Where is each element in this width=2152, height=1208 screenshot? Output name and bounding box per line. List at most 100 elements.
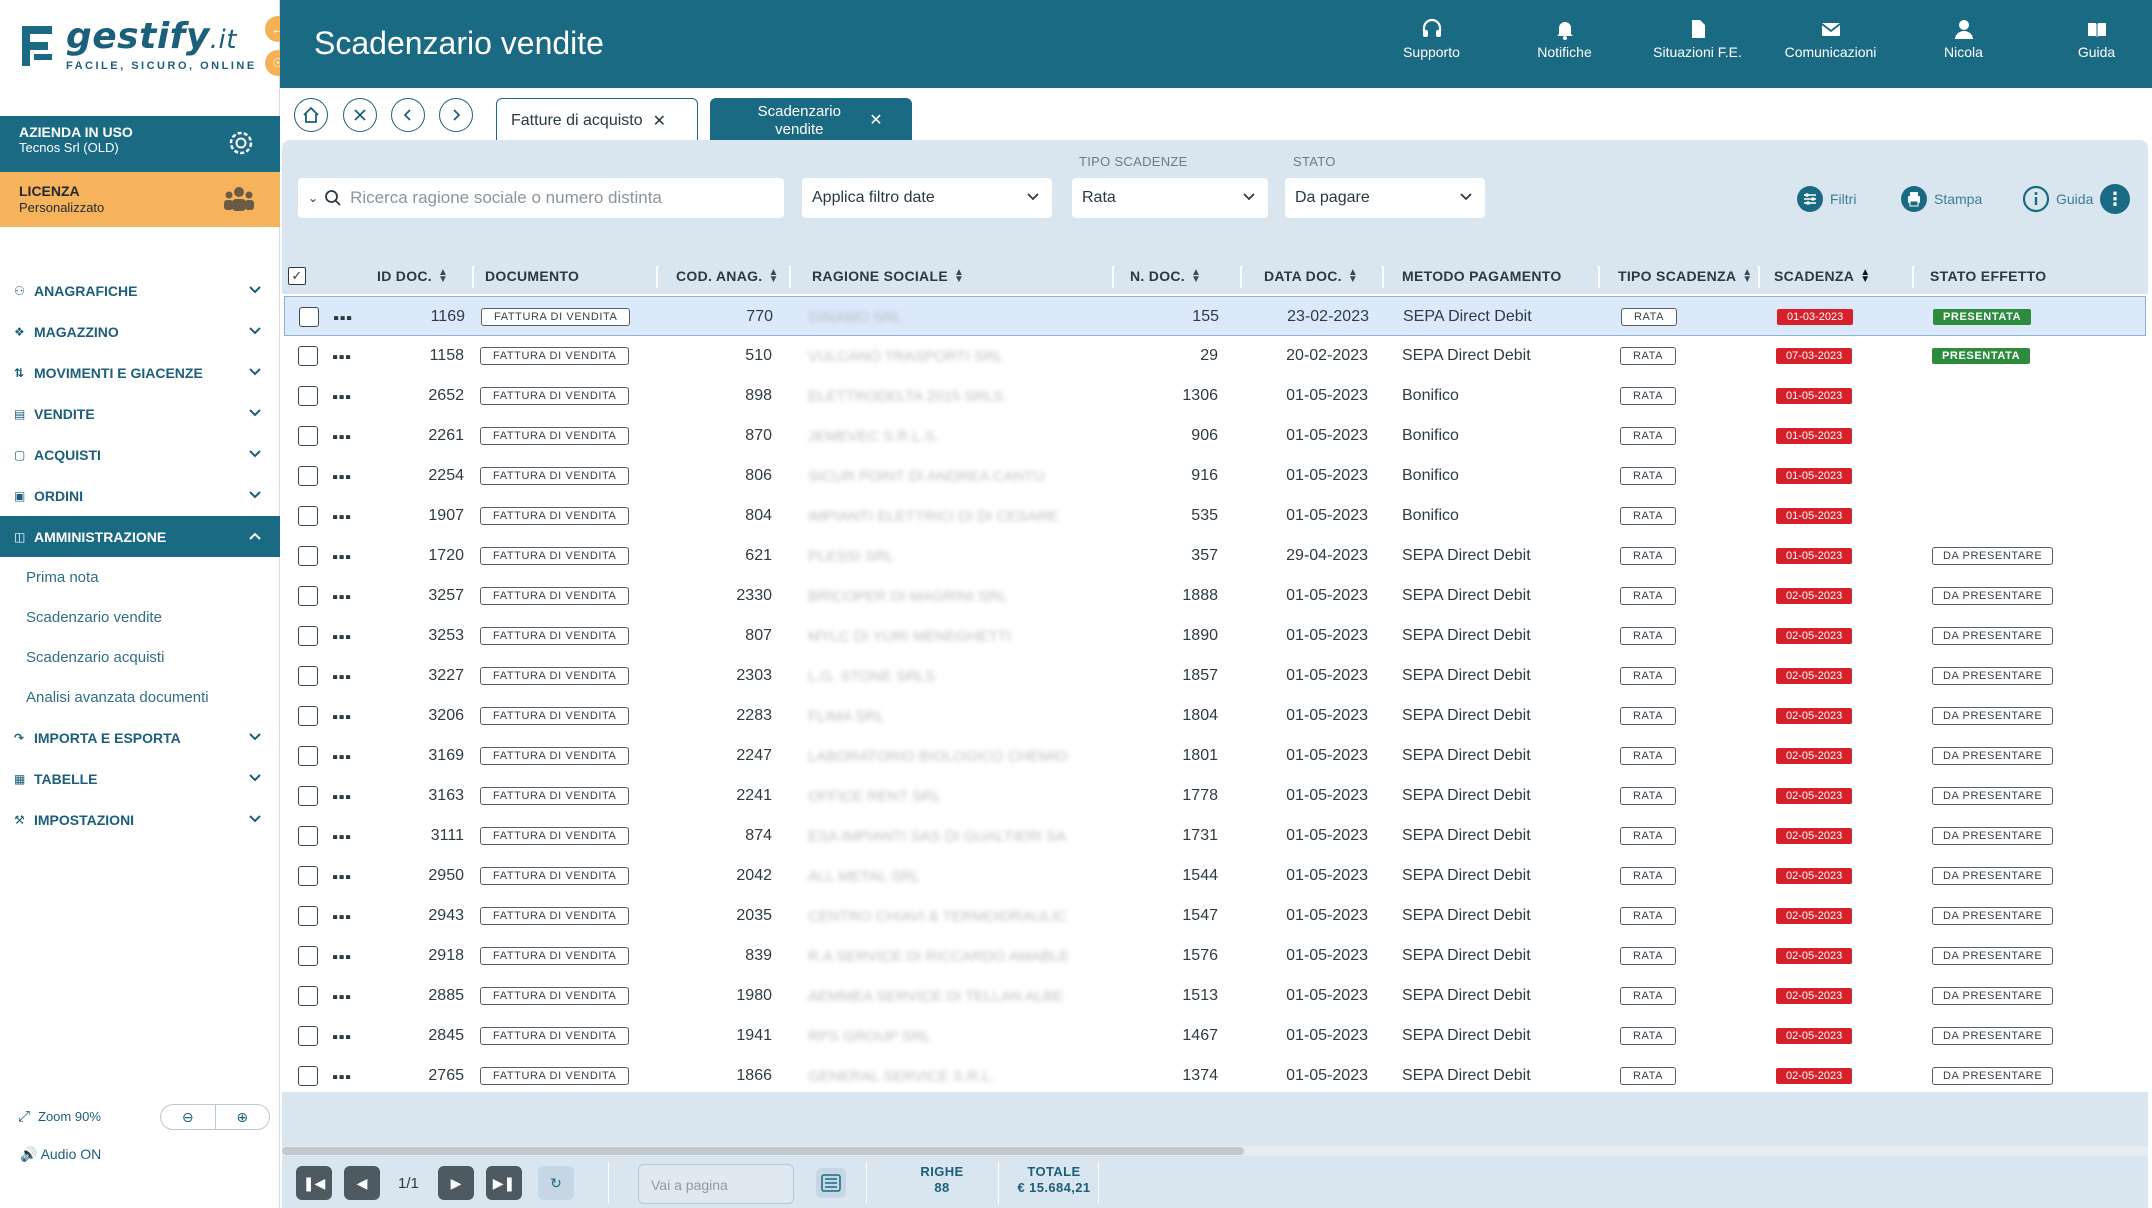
col-documento[interactable]: DOCUMENTO xyxy=(485,258,579,294)
home-icon[interactable] xyxy=(294,98,328,132)
more-vertical-icon[interactable]: ⋮ xyxy=(329,626,354,647)
more-vertical-icon[interactable]: ⋮ xyxy=(329,466,354,487)
more-vertical-icon[interactable]: ⋮ xyxy=(329,346,354,367)
menu-anagrafiche[interactable]: ⚇ ANAGRAFICHE xyxy=(0,270,280,311)
more-options-icon[interactable]: ⋮ xyxy=(2100,184,2130,214)
scrollbar-thumb[interactable] xyxy=(282,1147,1244,1155)
row-checkbox[interactable] xyxy=(298,626,318,646)
row-checkbox[interactable] xyxy=(298,826,318,846)
list-view-icon[interactable] xyxy=(816,1168,846,1198)
col-stato-effetto[interactable]: STATO EFFETTO xyxy=(1930,258,2046,294)
table-row[interactable]: ⋮ 3206 FATTURA DI VENDITA 2283 FLIMA SRL 1804… xyxy=(284,696,2146,736)
row-checkbox[interactable] xyxy=(298,546,318,566)
col-n-doc[interactable]: N. DOC. ▲ ▼ xyxy=(1130,258,1201,294)
submenu-analisi-avanzata[interactable]: Analisi avanzata documenti xyxy=(0,677,280,717)
menu-importa-esporta[interactable]: ↷ IMPORTA E ESPORTA xyxy=(0,717,280,758)
more-vertical-icon[interactable]: ⋮ xyxy=(330,307,355,328)
forward-icon[interactable] xyxy=(439,98,473,132)
col-cod-anag[interactable]: COD. ANAG. ▲ ▼ xyxy=(676,258,779,294)
nav-comunicazioni[interactable]: Comunicazioni xyxy=(1764,18,1897,60)
stampa-button[interactable]: Stampa xyxy=(1900,185,1982,213)
close-tab-icon[interactable]: ✕ xyxy=(869,112,882,130)
more-vertical-icon[interactable]: ⋮ xyxy=(329,826,354,847)
more-vertical-icon[interactable]: ⋮ xyxy=(329,946,354,967)
more-vertical-icon[interactable]: ⋮ xyxy=(329,986,354,1007)
table-row[interactable]: ⋮ 3111 FATTURA DI VENDITA 874 ESA IMPIANTI S… xyxy=(284,816,2146,856)
table-row[interactable]: ⋮ 2254 FATTURA DI VENDITA 806 SICUR POINT DI… xyxy=(284,456,2146,496)
fullscreen-icon[interactable]: ⤢ xyxy=(18,1108,30,1125)
col-data-doc[interactable]: DATA DOC. ▲ ▼ xyxy=(1264,258,1358,294)
table-row[interactable]: ⋮ 1907 FATTURA DI VENDITA 804 IMPIANTI ELETT… xyxy=(284,496,2146,536)
col-metodo-pagamento[interactable]: METODO PAGAMENTO xyxy=(1402,258,1562,294)
row-checkbox[interactable] xyxy=(298,1066,318,1086)
table-row[interactable]: ⋮ 3169 FATTURA DI VENDITA 2247 LABORATORIO B… xyxy=(284,736,2146,776)
horizontal-scrollbar[interactable] xyxy=(282,1146,2148,1156)
guida-button[interactable]: Guida xyxy=(2022,185,2093,213)
menu-amministrazione[interactable]: ◫ AMMINISTRAZIONE xyxy=(0,516,280,557)
row-checkbox[interactable] xyxy=(298,706,318,726)
menu-magazzino[interactable]: ❖ MAGAZZINO xyxy=(0,311,280,352)
row-checkbox[interactable] xyxy=(298,746,318,766)
table-row[interactable]: ⋮ 1720 FATTURA DI VENDITA 621 PLESSI SRL 357 2… xyxy=(284,536,2146,576)
row-checkbox[interactable] xyxy=(298,506,318,526)
more-vertical-icon[interactable]: ⋮ xyxy=(329,386,354,407)
more-vertical-icon[interactable]: ⋮ xyxy=(329,546,354,567)
row-checkbox[interactable] xyxy=(298,906,318,926)
tab-scadenzario-vendite[interactable]: Scadenzario vendite ✕ xyxy=(710,98,912,142)
more-vertical-icon[interactable]: ⋮ xyxy=(329,746,354,767)
tipo-scadenze-select[interactable]: Rata xyxy=(1072,178,1268,218)
menu-tabelle[interactable]: ▦ TABELLE xyxy=(0,758,280,799)
table-row[interactable]: ⋮ 2943 FATTURA DI VENDITA 2035 CENTRO CHIAVI… xyxy=(284,896,2146,936)
zoom-in-icon[interactable]: ⊕ xyxy=(216,1105,270,1129)
table-row[interactable]: ⋮ 2261 FATTURA DI VENDITA 870 JEMEVEC S.R.L.… xyxy=(284,416,2146,456)
refresh-icon[interactable]: ↻ xyxy=(538,1166,574,1200)
submenu-scadenzario-vendite[interactable]: Scadenzario vendite xyxy=(0,597,280,637)
row-checkbox[interactable] xyxy=(298,386,318,406)
more-vertical-icon[interactable]: ⋮ xyxy=(329,906,354,927)
table-row[interactable]: ⋮ 1169 FATTURA DI VENDITA 770 DINAMO SRL 155 2… xyxy=(284,296,2146,336)
close-tab-icon[interactable]: ✕ xyxy=(653,111,666,131)
table-row[interactable]: ⋮ 3257 FATTURA DI VENDITA 2330 BRICOPER DI M… xyxy=(284,576,2146,616)
next-page-icon[interactable]: ▶ xyxy=(438,1166,474,1200)
more-vertical-icon[interactable]: ⋮ xyxy=(329,866,354,887)
row-checkbox[interactable] xyxy=(298,466,318,486)
menu-acquisti[interactable]: ▢ ACQUISTI xyxy=(0,434,280,475)
menu-impostazioni[interactable]: ⚒ IMPOSTAZIONI xyxy=(0,799,280,840)
row-checkbox[interactable] xyxy=(298,866,318,886)
submenu-prima-nota[interactable]: Prima nota xyxy=(0,557,280,597)
row-checkbox[interactable] xyxy=(298,986,318,1006)
more-vertical-icon[interactable]: ⋮ xyxy=(329,1026,354,1047)
table-row[interactable]: ⋮ 2652 FATTURA DI VENDITA 898 ELETTRODELTA 2… xyxy=(284,376,2146,416)
gear-icon[interactable] xyxy=(226,128,256,158)
date-filter-select[interactable]: Applica filtro date xyxy=(802,178,1052,218)
nav-situazioni-fe[interactable]: Situazioni F.E. xyxy=(1631,18,1764,60)
row-checkbox[interactable] xyxy=(298,1026,318,1046)
table-row[interactable]: ⋮ 1158 FATTURA DI VENDITA 510 VULCANO TRASPO… xyxy=(284,336,2146,376)
row-checkbox[interactable] xyxy=(298,586,318,606)
close-all-icon[interactable] xyxy=(343,98,377,132)
menu-ordini[interactable]: ▣ ORDINI xyxy=(0,475,280,516)
col-id-doc[interactable]: ID DOC. ▲ ▼ xyxy=(377,258,448,294)
row-checkbox[interactable] xyxy=(299,307,319,327)
more-vertical-icon[interactable]: ⋮ xyxy=(329,426,354,447)
back-icon[interactable] xyxy=(391,98,425,132)
table-row[interactable]: ⋮ 3163 FATTURA DI VENDITA 2241 OFFICE RENT S… xyxy=(284,776,2146,816)
prev-page-icon[interactable]: ◀ xyxy=(344,1166,380,1200)
row-checkbox[interactable] xyxy=(298,666,318,686)
menu-vendite[interactable]: ▤ VENDITE xyxy=(0,393,280,434)
table-row[interactable]: ⋮ 3227 FATTURA DI VENDITA 2303 L.G. STONE SR… xyxy=(284,656,2146,696)
more-vertical-icon[interactable]: ⋮ xyxy=(329,666,354,687)
nav-supporto[interactable]: Supporto xyxy=(1365,18,1498,60)
filtri-button[interactable]: Filtri xyxy=(1796,185,1856,213)
table-row[interactable]: ⋮ 2845 FATTURA DI VENDITA 1941 RPS GROUP SRL… xyxy=(284,1016,2146,1056)
table-row[interactable]: ⋮ 2765 FATTURA DI VENDITA 1866 GENERAL SERVI… xyxy=(284,1056,2146,1092)
col-scadenza[interactable]: SCADENZA ▲ ▼ xyxy=(1774,258,1870,294)
audio-toggle[interactable]: 🔊 Audio ON xyxy=(20,1146,101,1163)
row-checkbox[interactable] xyxy=(298,426,318,446)
first-page-icon[interactable]: ❚◀ xyxy=(296,1166,332,1200)
more-vertical-icon[interactable]: ⋮ xyxy=(329,586,354,607)
select-all-checkbox[interactable]: ✓ xyxy=(288,267,306,285)
more-vertical-icon[interactable]: ⋮ xyxy=(329,506,354,527)
stato-select[interactable]: Da pagare xyxy=(1285,178,1485,218)
table-row[interactable]: ⋮ 2885 FATTURA DI VENDITA 1980 AEMMEA SERVIC… xyxy=(284,976,2146,1016)
